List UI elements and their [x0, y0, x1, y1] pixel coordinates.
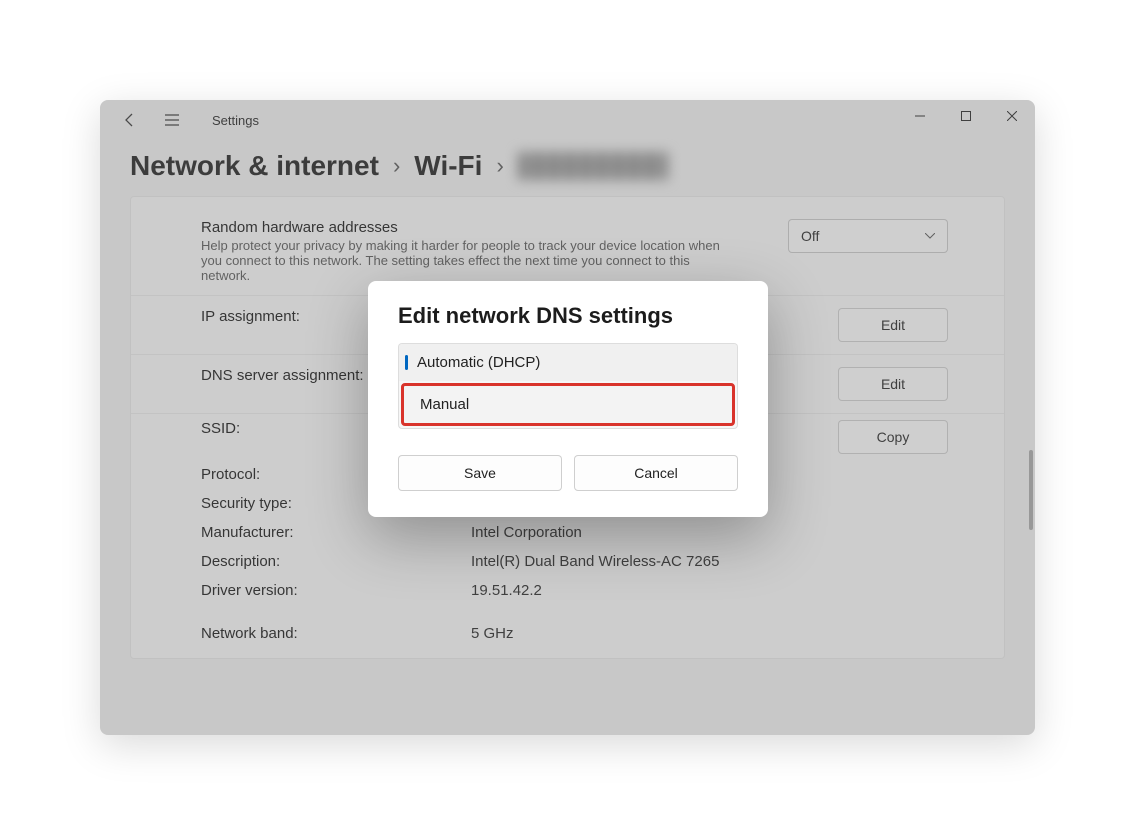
breadcrumb: Network & internet › Wi-Fi › — [100, 140, 1035, 196]
dns-assignment-edit-button[interactable]: Edit — [838, 367, 948, 401]
chevron-down-icon — [925, 233, 935, 239]
hamburger-icon[interactable] — [160, 108, 184, 132]
random-hw-title: Random hardware addresses — [201, 219, 768, 236]
ip-assignment-edit-button[interactable]: Edit — [838, 308, 948, 342]
driver-label: Driver version: — [201, 582, 451, 599]
save-button[interactable]: Save — [398, 455, 562, 491]
random-hw-dropdown[interactable]: Off — [788, 219, 948, 253]
maximize-button[interactable] — [943, 100, 989, 132]
random-hw-value: Off — [801, 228, 819, 244]
minimize-button[interactable] — [897, 100, 943, 132]
cancel-button[interactable]: Cancel — [574, 455, 738, 491]
option-manual[interactable]: Manual — [401, 383, 735, 426]
random-hw-desc: Help protect your privacy by making it h… — [201, 238, 721, 283]
band-value: 5 GHz — [471, 625, 948, 642]
dns-mode-select[interactable]: Automatic (DHCP) Manual — [398, 343, 738, 429]
option-automatic-dhcp[interactable]: Automatic (DHCP) — [399, 344, 737, 381]
back-button[interactable] — [118, 108, 142, 132]
dialog-title: Edit network DNS settings — [398, 303, 738, 329]
breadcrumb-wifi[interactable]: Wi-Fi — [414, 150, 482, 182]
close-button[interactable] — [989, 100, 1035, 132]
band-label: Network band: — [201, 625, 451, 642]
titlebar: Settings — [100, 100, 1035, 140]
chevron-right-icon: › — [496, 153, 503, 179]
driver-value: 19.51.42.2 — [471, 582, 948, 599]
description-label: Description: — [201, 553, 451, 570]
copy-button[interactable]: Copy — [838, 420, 948, 454]
chevron-right-icon: › — [393, 153, 400, 179]
app-title: Settings — [212, 113, 259, 128]
edit-dns-dialog: Edit network DNS settings Automatic (DHC… — [368, 281, 768, 517]
breadcrumb-network[interactable]: Network & internet — [130, 150, 379, 182]
manufacturer-label: Manufacturer: — [201, 524, 451, 541]
description-value: Intel(R) Dual Band Wireless-AC 7265 — [471, 553, 948, 570]
breadcrumb-network-name[interactable] — [518, 152, 668, 180]
manufacturer-value: Intel Corporation — [471, 524, 948, 541]
scrollbar[interactable] — [1029, 450, 1033, 530]
